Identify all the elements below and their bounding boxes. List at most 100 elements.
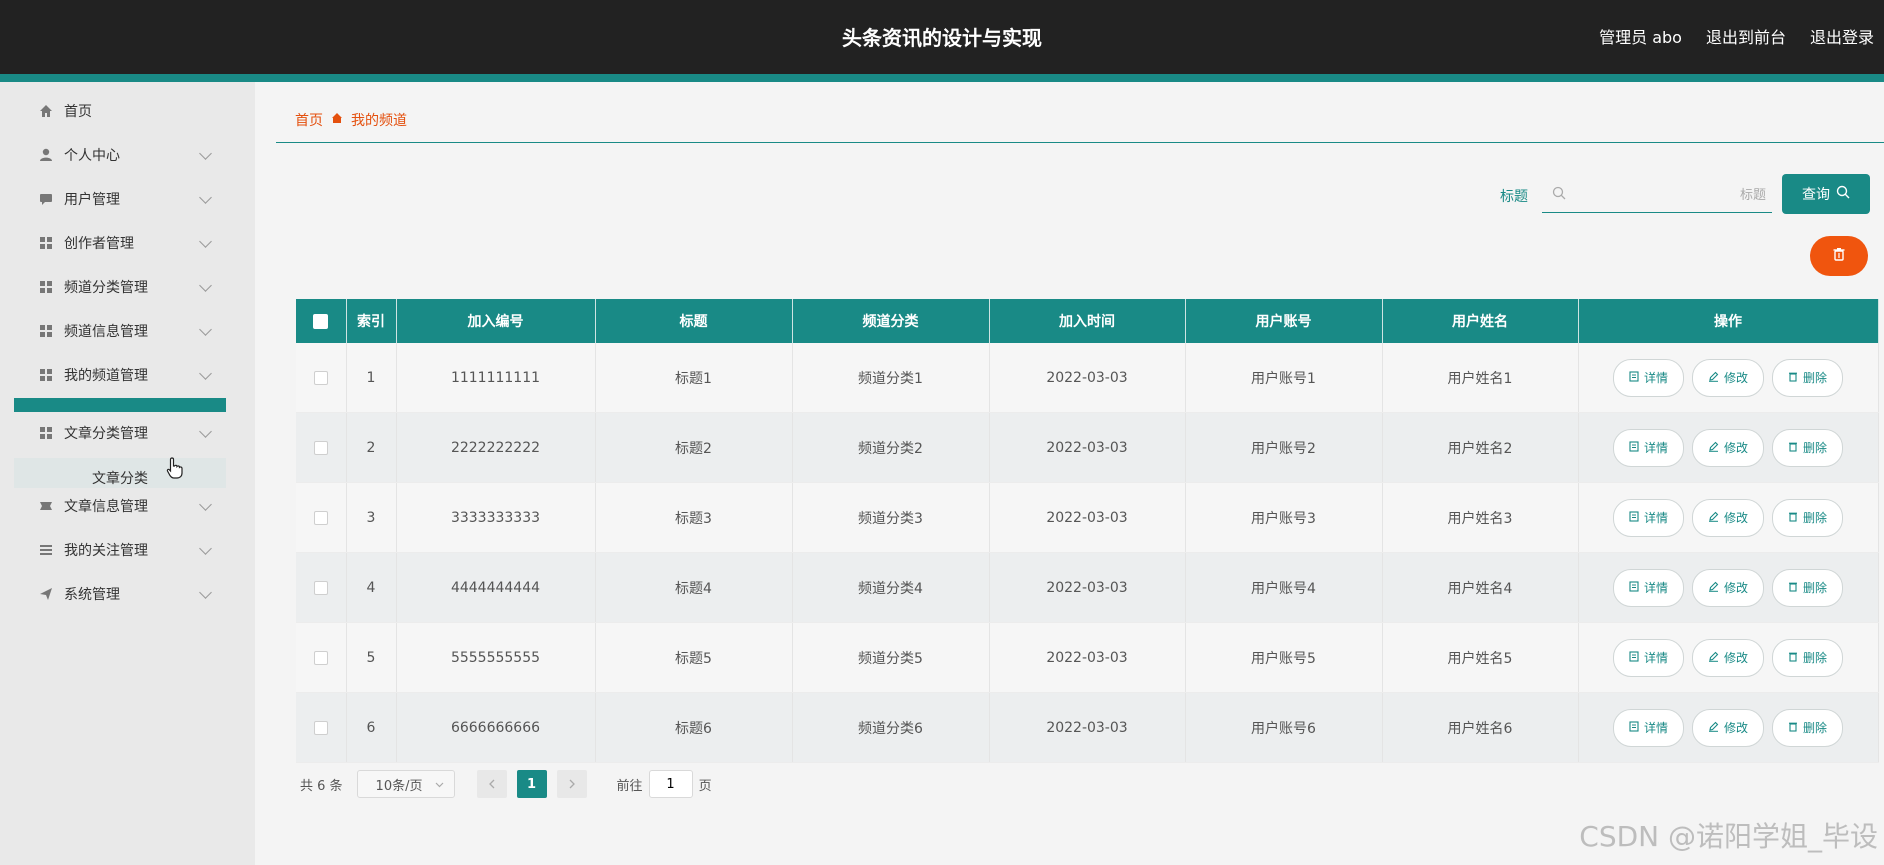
sidebar-item-channel-category-management[interactable]: 频道分类管理: [14, 265, 226, 309]
sidebar-item-my-follow-management[interactable]: 我的关注管理: [14, 528, 226, 572]
page-size-value: 10条/页: [375, 778, 423, 794]
document-icon: [1629, 650, 1639, 665]
sidebar-item-home[interactable]: 首页: [14, 89, 226, 133]
chevron-down-icon: [199, 234, 212, 248]
detail-button[interactable]: 详情: [1612, 638, 1684, 677]
logout-link[interactable]: 退出登录: [1810, 24, 1874, 48]
next-page-button[interactable]: [556, 770, 587, 798]
chevron-down-icon: [435, 777, 444, 792]
delete-button[interactable]: 删除: [1772, 428, 1844, 467]
cell-category: 频道分类4: [792, 552, 990, 623]
column-header: 用户姓名: [1382, 299, 1579, 343]
breadcrumb-home[interactable]: 首页: [295, 110, 323, 130]
sidebar-item-creator-management[interactable]: 创作者管理: [14, 221, 226, 265]
home-icon: [331, 112, 343, 128]
batch-delete-button[interactable]: [1810, 236, 1868, 276]
page-size-select[interactable]: 10条/页: [356, 770, 455, 798]
edit-button[interactable]: 修改: [1691, 498, 1764, 537]
trash-icon: [1788, 511, 1798, 525]
row-checkbox[interactable]: [313, 370, 328, 385]
detail-button[interactable]: 详情: [1612, 708, 1684, 747]
column-header: 加入编号: [396, 299, 596, 343]
sidebar-item-article-info-management[interactable]: 文章信息管理: [14, 484, 226, 528]
table-row: 2 2222222222 标题2 频道分类2 2022-03-03 用户账号2 …: [296, 412, 1879, 483]
page-number-current[interactable]: 1: [516, 770, 547, 798]
chevron-right-icon: [569, 779, 575, 789]
search-icon: [1836, 185, 1850, 203]
chat-icon: [38, 191, 54, 207]
cell-account: 用户账号6: [1185, 692, 1383, 763]
chevron-down-icon: [199, 322, 212, 336]
row-checkbox[interactable]: [313, 510, 328, 525]
cell-title: 标题6: [595, 692, 793, 763]
cell-title: 标题5: [595, 622, 793, 693]
sidebar-item-system-management[interactable]: 系统管理: [14, 572, 226, 616]
sidebar-subitem-article-category[interactable]: 文章分类: [14, 458, 226, 488]
detail-button[interactable]: 详情: [1612, 568, 1684, 607]
edit-button[interactable]: 修改: [1691, 708, 1764, 747]
watermark: CSDN @诺阳学姐_毕设: [1579, 820, 1878, 853]
page-suffix: 页: [698, 778, 712, 794]
sidebar-item-my-channel-management[interactable]: 我的频道管理: [14, 353, 226, 397]
cell-account: 用户账号5: [1185, 622, 1383, 693]
detail-button[interactable]: 详情: [1612, 498, 1684, 537]
cell-time: 2022-03-03: [989, 343, 1186, 413]
trash-icon: [1788, 581, 1798, 595]
cell-code: 4444444444: [396, 552, 596, 623]
pencil-icon: [1708, 441, 1719, 455]
row-checkbox[interactable]: [313, 440, 328, 455]
cell-title: 标题2: [595, 412, 793, 483]
ticket-icon: [38, 498, 54, 514]
cell-index: 3: [346, 482, 397, 553]
grid-icon: [38, 425, 54, 441]
sidebar-item-label: 首页: [64, 104, 92, 120]
edit-button[interactable]: 修改: [1691, 568, 1764, 607]
delete-button[interactable]: 删除: [1772, 568, 1844, 607]
select-all-checkbox[interactable]: [313, 313, 329, 329]
top-bar: 头条资讯的设计与实现 管理员 abo 退出到前台 退出登录: [0, 0, 1884, 74]
row-checkbox[interactable]: [313, 650, 328, 665]
column-header: 频道分类: [792, 299, 990, 343]
exit-to-frontend-link[interactable]: 退出到前台: [1706, 24, 1786, 48]
goto-page-input[interactable]: [648, 770, 693, 798]
sidebar-item-label: 频道信息管理: [64, 324, 148, 340]
chevron-down-icon: [199, 541, 212, 555]
grid-icon: [38, 279, 54, 295]
chevron-down-icon: [199, 585, 212, 599]
sidebar-item-article-category-management[interactable]: 文章分类管理: [14, 411, 226, 455]
delete-button[interactable]: 删除: [1772, 358, 1844, 397]
document-icon: [1629, 370, 1639, 385]
edit-button[interactable]: 修改: [1691, 428, 1764, 467]
cell-category: 频道分类5: [792, 622, 990, 693]
table-row: 1 1111111111 标题1 频道分类1 2022-03-03 用户账号1 …: [296, 343, 1879, 413]
edit-button[interactable]: 修改: [1691, 358, 1764, 397]
table-header-row: 索引 加入编号 标题 频道分类 加入时间 用户账号 用户姓名 操作: [296, 299, 1879, 343]
sidebar-item-personal-center[interactable]: 个人中心: [14, 133, 226, 177]
cell-title: 标题4: [595, 552, 793, 623]
search-input[interactable]: [1574, 180, 1768, 210]
search-field: [1542, 176, 1772, 213]
admin-user-link[interactable]: 管理员 abo: [1599, 24, 1682, 48]
sidebar-item-user-management[interactable]: 用户管理: [14, 177, 226, 221]
sidebar-item-channel-info-management[interactable]: 频道信息管理: [14, 309, 226, 353]
cell-account: 用户账号1: [1185, 343, 1383, 413]
delete-button[interactable]: 删除: [1772, 638, 1844, 677]
grid-icon: [38, 235, 54, 251]
row-checkbox[interactable]: [313, 720, 328, 735]
detail-button[interactable]: 详情: [1612, 358, 1684, 397]
edit-button[interactable]: 修改: [1691, 638, 1764, 677]
query-button[interactable]: 查询: [1782, 174, 1870, 214]
table-row: 4 4444444444 标题4 频道分类4 2022-03-03 用户账号4 …: [296, 552, 1879, 623]
cell-account: 用户账号3: [1185, 482, 1383, 553]
cell-title: 标题3: [595, 482, 793, 553]
chevron-down-icon: [199, 278, 212, 292]
trash-icon: [1788, 721, 1798, 735]
pencil-icon: [1708, 651, 1719, 665]
detail-button[interactable]: 详情: [1612, 428, 1684, 467]
row-checkbox[interactable]: [313, 580, 328, 595]
pencil-icon: [1708, 371, 1719, 385]
cell-code: 2222222222: [396, 412, 596, 483]
delete-button[interactable]: 删除: [1772, 708, 1844, 747]
delete-button[interactable]: 删除: [1772, 498, 1844, 537]
prev-page-button[interactable]: [476, 770, 507, 798]
